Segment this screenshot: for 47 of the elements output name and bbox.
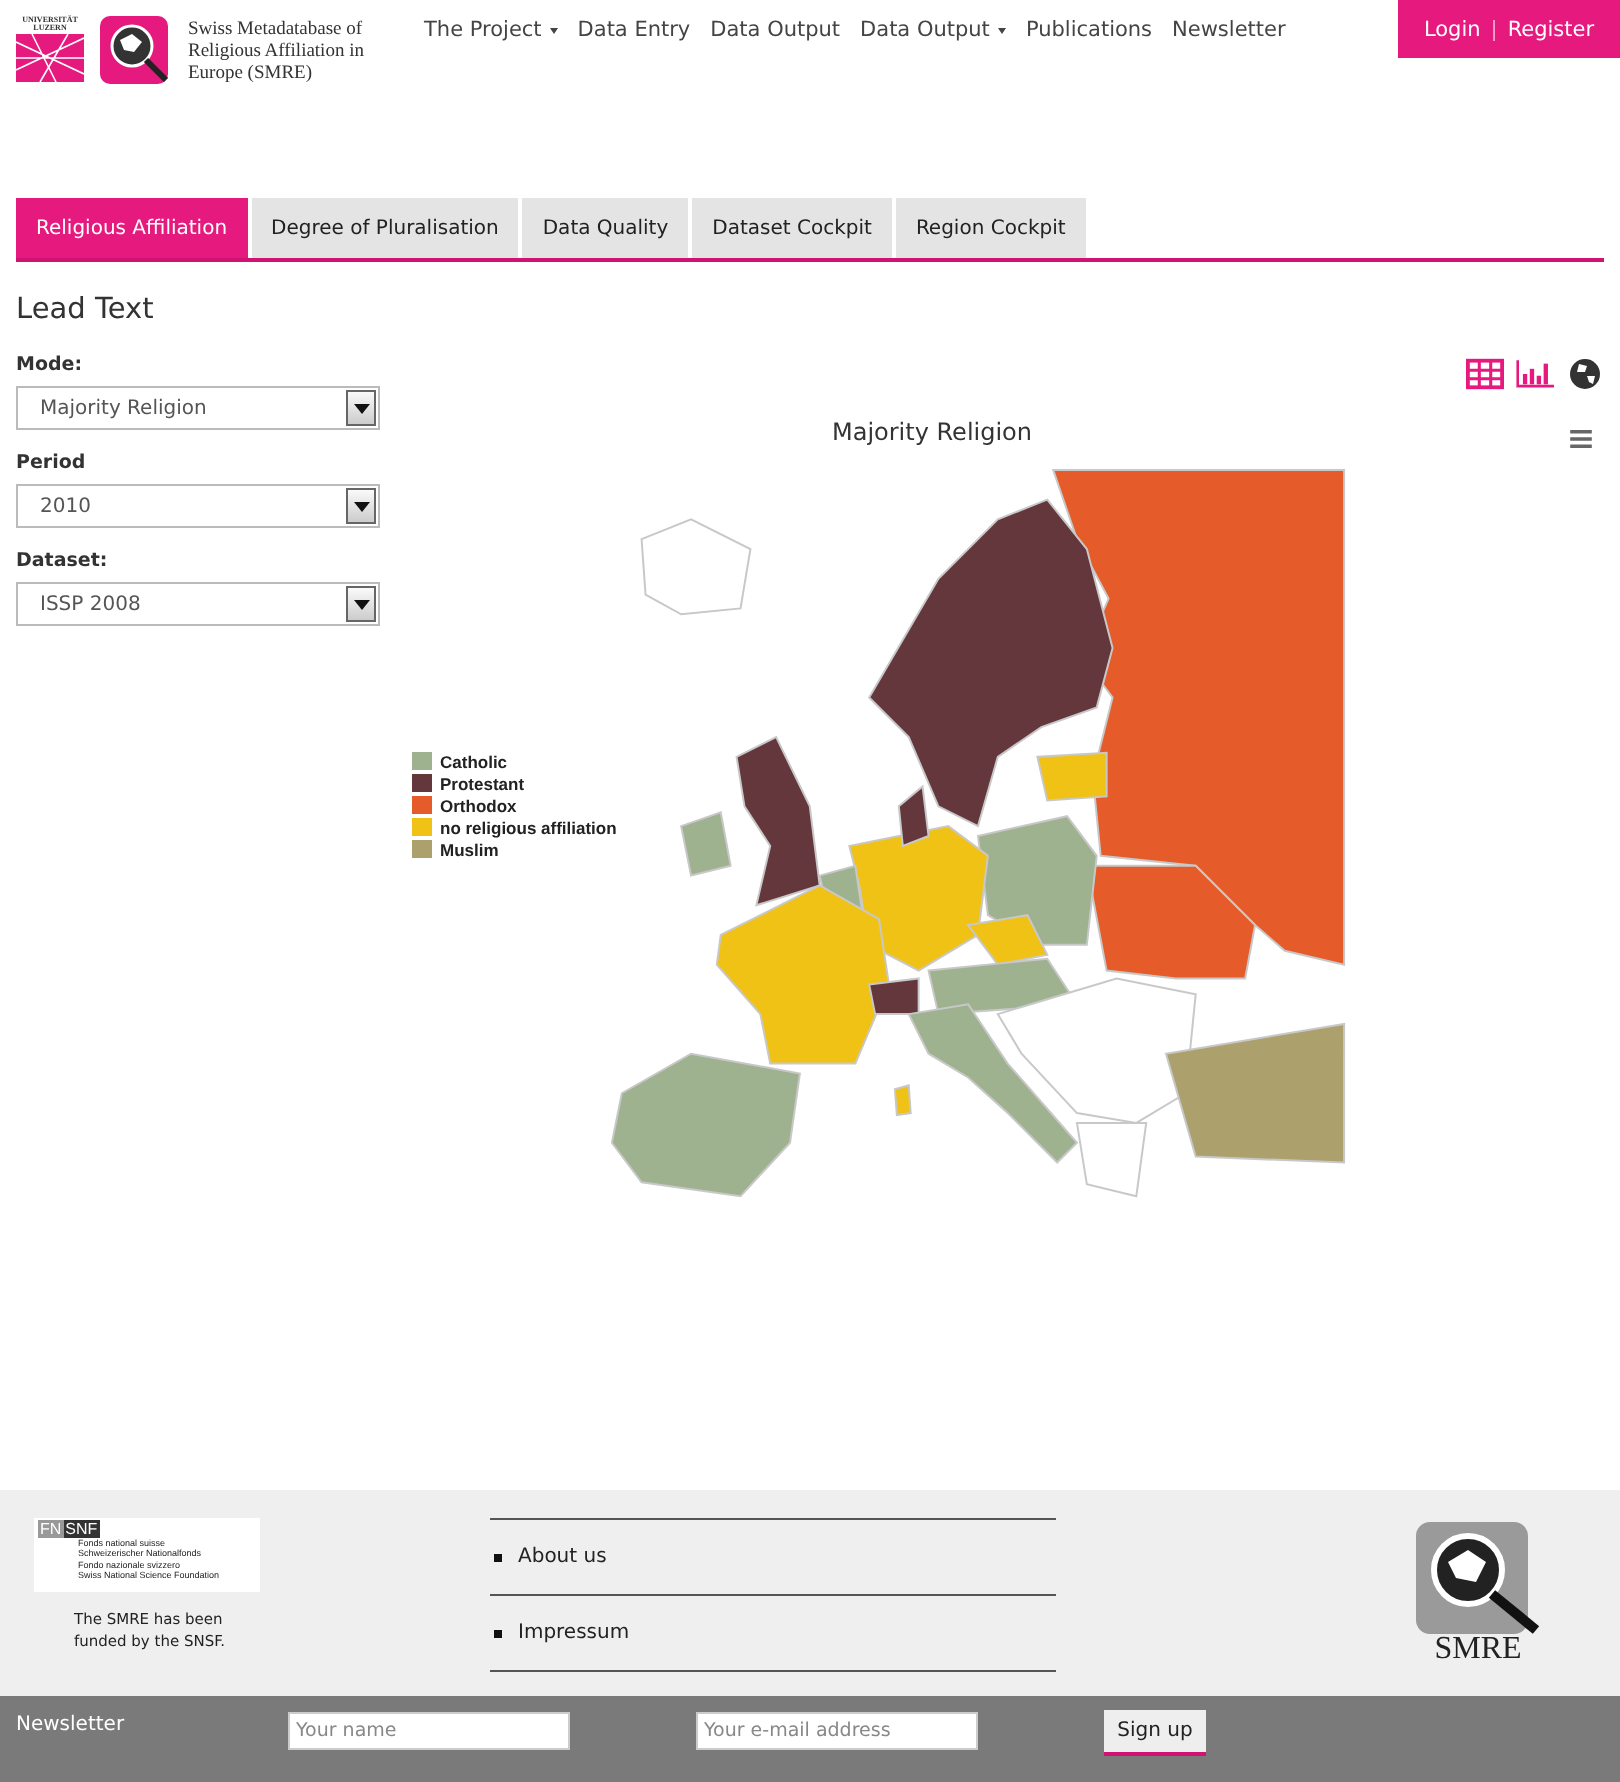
lead-text: Lead Text <box>16 294 156 326</box>
dropdown-field[interactable]: 2010 <box>16 484 380 528</box>
legend-label: Muslim <box>440 839 499 859</box>
caret-icon <box>997 27 1006 33</box>
filter-label: Period <box>16 452 88 474</box>
menu-icon[interactable] <box>1570 430 1592 448</box>
tab[interactable]: Data Quality <box>522 198 689 258</box>
dropdown-field[interactable]: ISSP 2008 <box>16 582 380 626</box>
magnifier-globe-icon <box>100 16 172 88</box>
nav-link[interactable]: Newsletter <box>1172 18 1286 42</box>
sign-up-button[interactable]: Sign up <box>1104 1710 1206 1756</box>
tab[interactable]: Region Cockpit <box>895 198 1086 258</box>
tab[interactable]: Degree of Pluralisation <box>251 198 519 258</box>
globe-icon[interactable] <box>1566 358 1604 390</box>
tab[interactable]: Dataset Cockpit <box>692 198 892 258</box>
magnifier-globe-icon <box>1416 1522 1540 1634</box>
nav-link[interactable]: The Project <box>424 18 558 42</box>
email-field[interactable]: Your e-mail address <box>696 1712 978 1750</box>
bullet-icon <box>494 1553 502 1561</box>
tab[interactable]: Religious Affiliation <box>16 198 248 258</box>
login-link[interactable]: Login <box>1423 17 1481 41</box>
filter-label: Mode: <box>16 354 85 376</box>
newsletter-label: Newsletter <box>16 1714 127 1736</box>
dropdown-field[interactable]: Majority Religion <box>16 386 380 430</box>
name-field[interactable]: Your name <box>288 1712 570 1750</box>
bar-chart-icon[interactable] <box>1516 358 1554 390</box>
footer-link[interactable]: About us <box>518 1546 607 1568</box>
logo-text: SNF <box>63 1520 100 1538</box>
caret-icon <box>549 27 558 33</box>
logo-text: SMRE <box>1434 1634 1522 1666</box>
table-icon[interactable] <box>1466 358 1504 390</box>
register-link[interactable]: Register <box>1507 17 1595 41</box>
nav-link[interactable]: Data Output <box>860 18 1006 42</box>
nav-link[interactable]: Data Entry <box>577 18 691 42</box>
nav-link[interactable]: Data Output <box>710 18 841 42</box>
logo-text: FN <box>38 1520 64 1538</box>
footer-link[interactable]: Impressum <box>518 1622 630 1644</box>
separator: | <box>1490 17 1498 41</box>
nav-link[interactable]: Publications <box>1025 18 1153 42</box>
filter-label: Dataset: <box>16 550 110 572</box>
bullet-icon <box>494 1629 502 1637</box>
site-title: Swiss Metadatabase of Religious Affiliation in Europe (SMRE) <box>188 18 366 86</box>
legend-label: Orthodox <box>440 795 517 815</box>
map-title: Majority Religion <box>831 418 1033 446</box>
legend-label: Catholic <box>440 751 508 771</box>
legend-label: Protestant <box>440 773 525 793</box>
legend-label: no religious affiliation <box>440 817 617 837</box>
